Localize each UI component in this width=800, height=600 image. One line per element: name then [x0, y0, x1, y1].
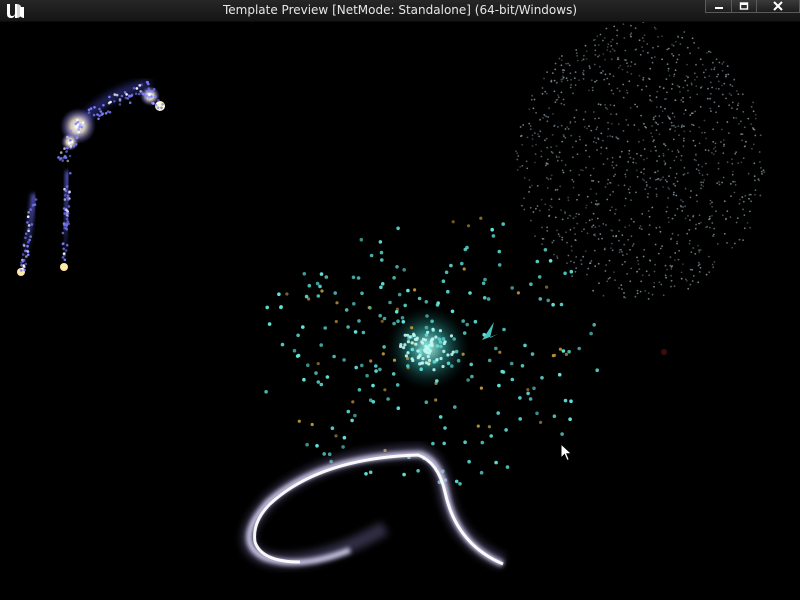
firework-trails: [17, 80, 165, 276]
minimize-icon: [714, 2, 724, 10]
close-button[interactable]: [756, 0, 800, 13]
close-icon: [772, 1, 784, 11]
mouse-cursor-icon: [560, 442, 574, 463]
minimize-button[interactable]: [705, 0, 731, 13]
maximize-button[interactable]: [731, 0, 756, 13]
preview-window: Template Preview [NetMode: Standalone] (…: [0, 0, 800, 600]
radial-particle-burst: [264, 216, 667, 486]
window-title: Template Preview [NetMode: Standalone] (…: [222, 3, 578, 17]
title-bar[interactable]: Template Preview [NetMode: Standalone] (…: [0, 0, 800, 22]
window-controls: [705, 0, 800, 14]
maximize-icon: [739, 2, 749, 10]
game-viewport[interactable]: [0, 22, 800, 600]
ribbon-trail: [241, 444, 506, 569]
particle-scene: [17, 22, 766, 569]
particle-sphere-cloud: [515, 22, 766, 300]
